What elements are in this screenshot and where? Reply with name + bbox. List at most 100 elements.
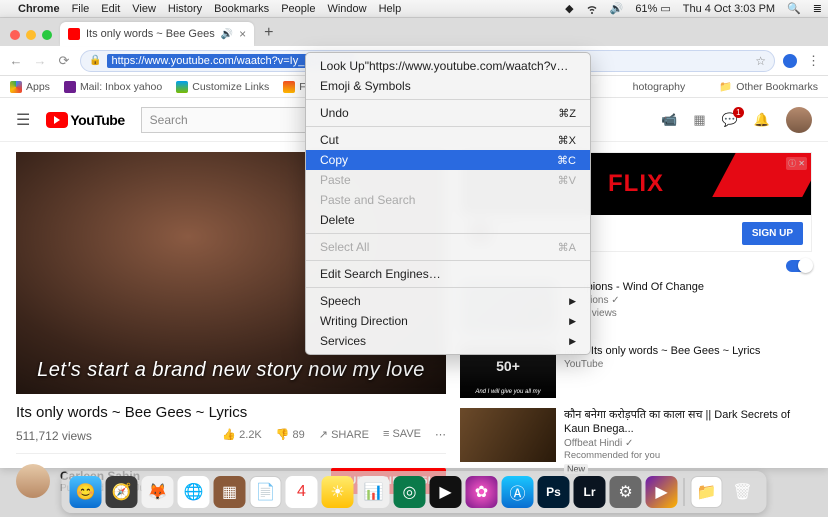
dock-app-icon[interactable]: ◎ — [394, 476, 426, 508]
messages-icon[interactable]: 💬1 — [722, 112, 738, 128]
menu-people[interactable]: People — [281, 3, 315, 15]
rec-channel: YouTube — [564, 358, 812, 371]
ctx-select-all: Select All⌘A — [306, 237, 590, 257]
apps-shortcut[interactable]: Apps — [10, 81, 50, 93]
account-avatar[interactable] — [786, 107, 812, 133]
ctx-edit-search-engines[interactable]: Edit Search Engines… — [306, 264, 590, 284]
menu-help[interactable]: Help — [379, 3, 402, 15]
view-count: 511,712 views — [16, 429, 92, 443]
macos-dock: 😊 🧭 🦊 🌐 ▦ 📄 4 ☀ 📊 ◎ ▶ ✿ Ⓐ Ps Lr ⚙ ▶ 📁 🗑 — [62, 471, 767, 513]
dock-lightroom-icon[interactable]: Lr — [574, 476, 606, 508]
rec-channel: Offbeat Hindi ✓ — [564, 437, 812, 450]
ctx-emoji[interactable]: Emoji & Symbols — [306, 76, 590, 96]
control-center-icon[interactable]: ≣ — [813, 2, 822, 15]
ctx-copy[interactable]: Copy⌘C — [306, 150, 590, 170]
hamburger-menu-icon[interactable]: ☰ — [16, 110, 30, 130]
rec-views: 617M views — [564, 307, 812, 320]
dock-photos-icon[interactable]: ✿ — [466, 476, 498, 508]
lyric-caption: Let's start a brand new story now my lov… — [16, 359, 446, 382]
dock-finder-icon[interactable]: 😊 — [70, 476, 102, 508]
more-actions-button[interactable]: ⋯ — [435, 428, 446, 441]
menu-history[interactable]: History — [168, 3, 202, 15]
rec-title: Mix - Its only words ~ Bee Gees ~ Lyrics — [564, 344, 812, 358]
app-name[interactable]: Chrome — [18, 3, 60, 15]
rec-title: कौन बनेगा करोड़पति का काला सच || Dark Se… — [564, 408, 812, 437]
dock-downloads-icon[interactable]: 📁 — [691, 476, 723, 508]
menu-bookmarks[interactable]: Bookmarks — [214, 3, 269, 15]
profile-icon[interactable] — [783, 54, 797, 68]
forward-button[interactable]: → — [32, 53, 48, 68]
volume-icon[interactable]: 🔊 — [610, 2, 624, 15]
dock-photoshop-icon[interactable]: Ps — [538, 476, 570, 508]
dock-chrome-icon[interactable]: 🌐 — [178, 476, 210, 508]
recommendation-item[interactable]: कौन बनेगा करोड़पति का काला सच || Dark Se… — [460, 408, 812, 476]
notifications-bell-icon[interactable]: 🔔 — [754, 112, 770, 128]
menu-view[interactable]: View — [132, 3, 156, 15]
window-zoom-button[interactable] — [42, 30, 52, 40]
ctx-speech[interactable]: Speech▶ — [306, 291, 590, 311]
ad-info-icon[interactable]: ⓘ ✕ — [786, 157, 807, 170]
ctx-delete[interactable]: Delete — [306, 210, 590, 230]
dock-trash-icon[interactable]: 🗑 — [727, 476, 759, 508]
share-button[interactable]: ↗ SHARE — [319, 428, 369, 441]
video-title: Its only words ~ Bee Gees ~ Lyrics — [16, 404, 446, 421]
lock-icon[interactable]: 🔒 — [89, 55, 101, 66]
apps-grid-icon[interactable]: ▦ — [693, 112, 705, 128]
ad-brand: FLIX — [608, 170, 664, 198]
dislike-button[interactable]: 👎 89 — [276, 428, 305, 441]
browser-tab[interactable]: Its only words ~ Bee Gees 🔊 × — [60, 22, 254, 46]
clock[interactable]: Thu 4 Oct 3:03 PM — [683, 3, 775, 15]
bookmark-item[interactable]: Mail: Inbox yahoo — [64, 81, 162, 93]
dock-appstore-icon[interactable]: Ⓐ — [502, 476, 534, 508]
dock-notes-icon[interactable]: 📄 — [250, 476, 282, 508]
menu-file[interactable]: File — [72, 3, 90, 15]
autoplay-toggle[interactable] — [786, 260, 812, 272]
dock-app-icon[interactable]: ▶ — [646, 476, 678, 508]
dock-firefox-icon[interactable]: 🦊 — [142, 476, 174, 508]
ctx-undo[interactable]: Undo⌘Z — [306, 103, 590, 123]
bookmark-item[interactable]: hotography — [633, 81, 686, 93]
context-menu: Look Up "https://www.youtube.com/waatch?… — [305, 52, 591, 355]
save-button[interactable]: ≡ SAVE — [383, 428, 421, 440]
ctx-cut[interactable]: Cut⌘X — [306, 130, 590, 150]
spotlight-icon[interactable]: 🔍 — [787, 2, 801, 15]
dock-terminal-icon[interactable]: ▶ — [430, 476, 462, 508]
ctx-paste: Paste⌘V — [306, 170, 590, 190]
tab-close-icon[interactable]: × — [239, 27, 246, 41]
notification-badge: 1 — [733, 107, 744, 118]
bookmark-star-icon[interactable]: ☆ — [755, 54, 766, 68]
reload-button[interactable]: ⟳ — [56, 53, 72, 69]
ctx-services[interactable]: Services▶ — [306, 331, 590, 351]
dock-app-icon[interactable]: ▦ — [214, 476, 246, 508]
tab-audio-icon[interactable]: 🔊 — [221, 29, 233, 40]
dock-calendar-icon[interactable]: 4 — [286, 476, 318, 508]
bookmark-item[interactable]: Customize Links — [176, 81, 269, 93]
chrome-menu-icon[interactable]: ⋮ — [807, 53, 820, 69]
menu-edit[interactable]: Edit — [101, 3, 120, 15]
ctx-paste-search: Paste and Search — [306, 190, 590, 210]
dropbox-icon[interactable]: ◆ — [565, 2, 573, 15]
ctx-writing-direction[interactable]: Writing Direction▶ — [306, 311, 590, 331]
dock-activity-icon[interactable]: 📊 — [358, 476, 390, 508]
dock-app-icon[interactable]: ☀ — [322, 476, 354, 508]
create-video-icon[interactable]: 📹 — [661, 112, 677, 128]
like-button[interactable]: 👍 2.2K — [222, 428, 261, 441]
other-bookmarks[interactable]: 📁 Other Bookmarks — [719, 80, 818, 93]
window-minimize-button[interactable] — [26, 30, 36, 40]
rec-meta: Recommended for you — [564, 450, 812, 462]
wifi-icon[interactable] — [586, 3, 598, 15]
channel-avatar[interactable] — [16, 464, 50, 498]
video-thumbnail — [460, 408, 556, 462]
tab-title: Its only words ~ Bee Gees — [86, 28, 215, 40]
dock-safari-icon[interactable]: 🧭 — [106, 476, 138, 508]
youtube-logo[interactable]: YouTube — [46, 112, 124, 128]
ad-cta-button[interactable]: SIGN UP — [742, 222, 803, 245]
new-tab-button[interactable]: + — [254, 24, 283, 46]
menu-window[interactable]: Window — [327, 3, 366, 15]
ctx-lookup[interactable]: Look Up "https://www.youtube.com/waatch?… — [306, 56, 590, 76]
window-close-button[interactable] — [10, 30, 20, 40]
macos-menubar: Chrome File Edit View History Bookmarks … — [0, 0, 828, 18]
battery-status[interactable]: 61% ▭ — [635, 2, 670, 15]
back-button[interactable]: ← — [8, 53, 24, 68]
dock-settings-icon[interactable]: ⚙ — [610, 476, 642, 508]
